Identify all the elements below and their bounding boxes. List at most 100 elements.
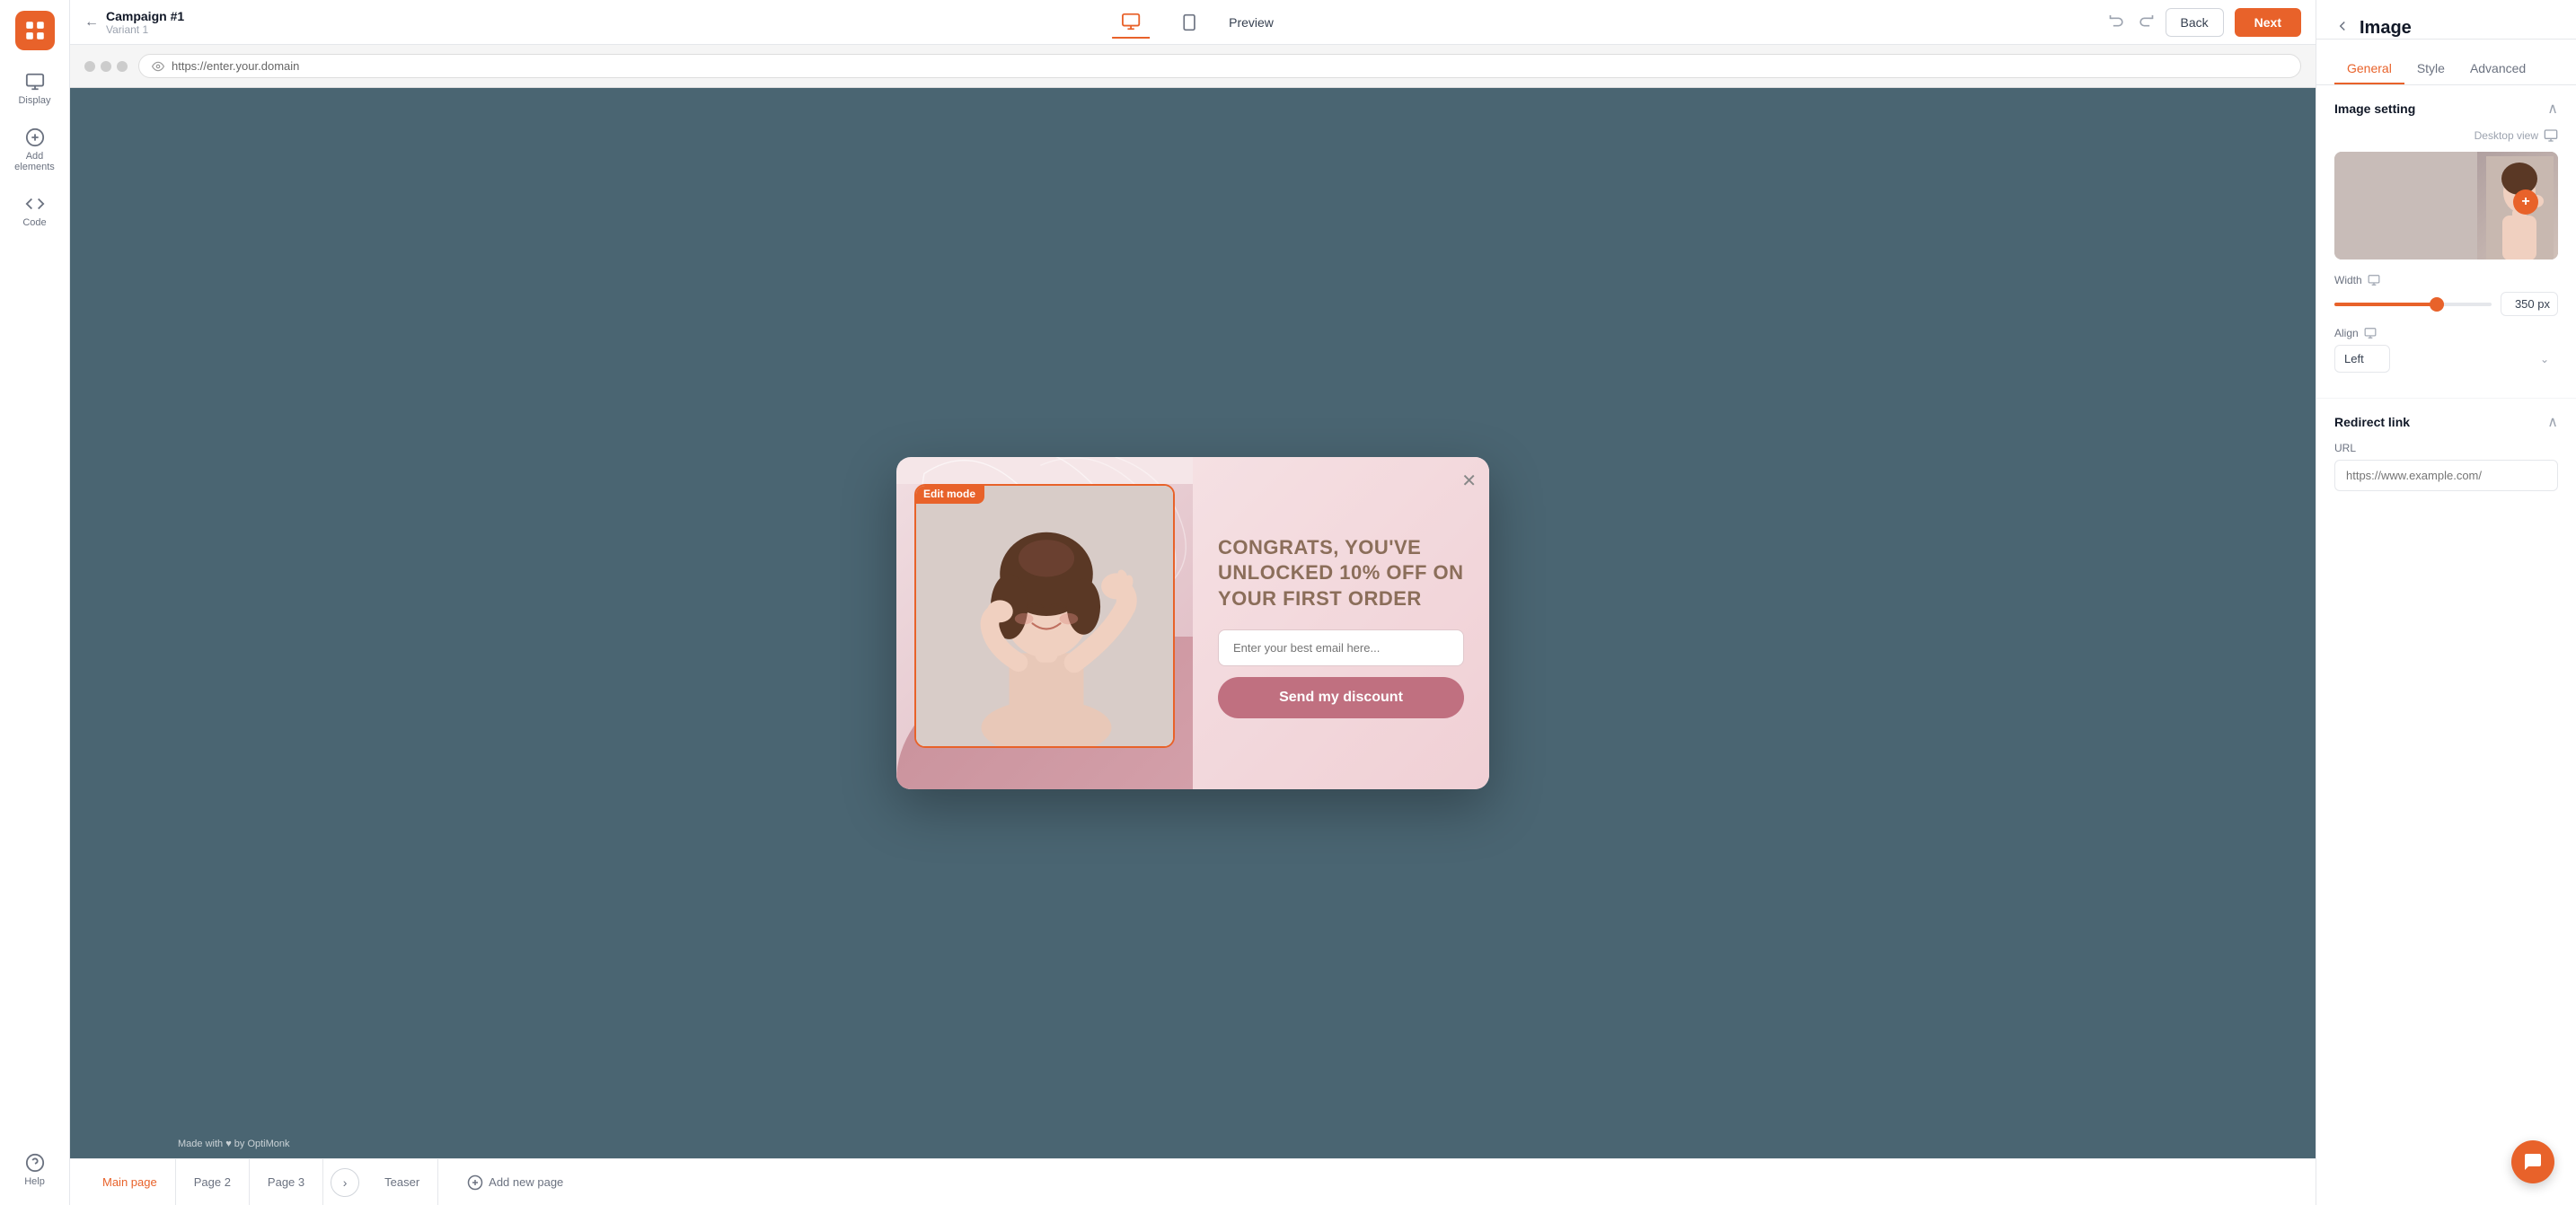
browser-address-bar[interactable]: https://enter.your.domain [138,54,2301,78]
align-form-row: Align Left Center Right ⌄ [2334,327,2558,373]
image-setting-collapse-button[interactable]: ∧ [2547,100,2558,118]
desktop-device-button[interactable] [1112,6,1150,39]
main-area: ← Campaign #1 Variant 1 Preview [70,0,2316,1205]
image-setting-title: Image setting [2334,101,2415,116]
mobile-device-button[interactable] [1171,8,1207,37]
width-control [2334,292,2558,316]
popup-left: Edit mode [896,457,1193,789]
app-logo[interactable] [15,11,55,50]
preview-label: Preview [1229,15,1274,30]
popup-image [916,486,1175,746]
eye-icon [152,60,164,73]
desktop-view-label: Desktop view [2475,129,2538,142]
campaign-variant: Variant 1 [106,23,184,36]
browser-dots [84,61,128,72]
panel-tab-general[interactable]: General [2334,54,2404,84]
add-elements-icon [25,128,45,147]
desktop-view-row: Desktop view [2334,128,2558,143]
sidebar-item-add-elements[interactable]: Add elements [4,120,66,180]
redirect-link-section: Redirect link ∧ URL [2316,399,2576,506]
redo-button[interactable] [2137,11,2155,33]
add-page-label: Add new page [489,1175,563,1189]
sidebar-item-code-label: Code [22,217,46,228]
align-monitor-icon [2364,327,2377,339]
campaign-info: Campaign #1 Variant 1 [106,9,184,36]
page-tab-main[interactable]: Main page [84,1159,176,1205]
panel-tabs: General Style Advanced [2316,43,2576,85]
popup-cta-button[interactable]: Send my discount [1218,677,1464,718]
help-icon [25,1153,45,1173]
mobile-icon [1180,13,1198,31]
width-monitor-icon [2368,274,2380,286]
redirect-collapse-button[interactable]: ∧ [2547,413,2558,431]
popup-box: ✕ Edit mode [896,457,1489,789]
page-tab-teaser[interactable]: Teaser [366,1159,438,1205]
align-label: Align [2334,327,2359,339]
desktop-icon [1121,12,1141,31]
panel-title: Image [2360,18,2412,39]
align-control: Left Center Right ⌄ [2334,345,2558,373]
popup-email-input[interactable] [1218,629,1464,666]
campaign-title: Campaign #1 [106,9,184,23]
left-sidebar: Display Add elements Code Help [0,0,70,1205]
width-slider[interactable] [2334,303,2492,306]
browser-dot-green [117,61,128,72]
chevron-down-icon: ⌄ [2540,353,2549,365]
page-tabs-next-button[interactable]: › [331,1168,359,1197]
add-image-button[interactable]: + [2513,189,2538,215]
next-button[interactable]: Next [2235,8,2301,37]
panel-tab-advanced[interactable]: Advanced [2457,54,2538,84]
panel-tab-style[interactable]: Style [2404,54,2457,84]
add-new-page-button[interactable]: Add new page [453,1159,578,1205]
footer-bar: Main page Page 2 Page 3 › Teaser Add new… [70,1158,2316,1205]
back-button[interactable]: Back [2166,8,2224,37]
width-slider-thumb[interactable] [2430,297,2444,312]
top-bar-left: ← Campaign #1 Variant 1 [84,9,184,36]
back-to-campaigns-button[interactable]: ← [84,14,99,31]
width-input[interactable] [2501,292,2558,316]
browser-chrome: https://enter.your.domain [70,45,2316,88]
popup-right: CONGRATS, YOU'VE UNLOCKED 10% OFF ON YOU… [1193,457,1489,789]
plus-circle-icon [467,1174,483,1191]
right-panel: Image General Style Advanced Image setti… [2316,0,2576,1205]
undo-button[interactable] [2108,11,2126,33]
popup-image-frame[interactable]: Edit mode [914,484,1175,748]
url-label: URL [2334,442,2558,454]
image-setting-section: Image setting ∧ Desktop view [2316,85,2576,399]
browser-url: https://enter.your.domain [172,59,299,73]
sidebar-item-code[interactable]: Code [4,187,66,235]
popup-headline: CONGRATS, YOU'VE UNLOCKED 10% OFF ON YOU… [1218,535,1464,612]
woman-illustration [916,486,1175,746]
top-bar-center: Preview [1112,6,1274,39]
top-bar: ← Campaign #1 Variant 1 Preview [70,0,2316,45]
page-tab-3[interactable]: Page 3 [250,1159,323,1205]
canvas-area: https://enter.your.domain ✕ [70,45,2316,1205]
grid-icon [23,19,47,42]
sidebar-item-add-elements-label: Add elements [10,151,60,172]
code-icon [25,194,45,214]
align-select[interactable]: Left Center Right [2334,345,2390,373]
popup-close-button[interactable]: ✕ [1461,470,1477,492]
sidebar-item-help[interactable]: Help [4,1146,66,1194]
align-select-wrapper: Left Center Right ⌄ [2334,345,2558,373]
chat-icon [2522,1151,2544,1173]
chat-bubble-button[interactable] [2511,1140,2554,1183]
edit-mode-badge: Edit mode [914,484,984,504]
width-label: Width [2334,274,2362,286]
made-with-label: Made with ♥ by OptiMonk [178,1139,290,1149]
panel-back-button[interactable] [2334,18,2351,39]
page-tab-2[interactable]: Page 2 [176,1159,250,1205]
undo-icon [2108,11,2126,29]
sidebar-item-help-label: Help [24,1176,45,1187]
sidebar-item-display[interactable]: Display [4,65,66,113]
redirect-title: Redirect link [2334,415,2410,429]
canvas-content: ✕ Edit mode [70,88,2316,1158]
url-input[interactable] [2334,460,2558,491]
image-preview[interactable]: + [2334,152,2558,259]
back-icon [2334,18,2351,34]
monitor-icon-small [2544,128,2558,143]
display-icon [25,72,45,92]
redirect-header: Redirect link ∧ [2334,413,2558,431]
sidebar-item-display-label: Display [18,95,50,106]
image-setting-header: Image setting ∧ [2334,100,2558,118]
